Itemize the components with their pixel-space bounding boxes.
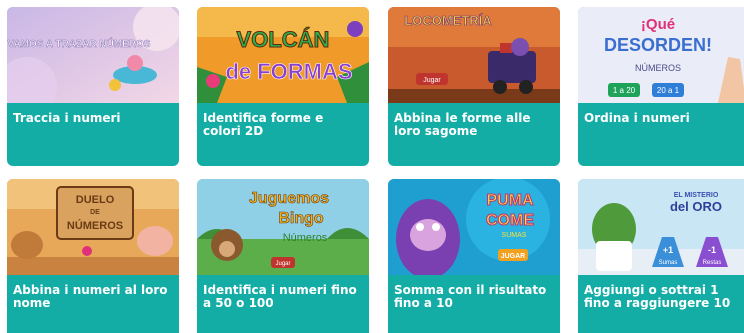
thumbnail-gold-mystery: EL MISTERIO del ORO +1 Sumas -1 Restas bbox=[578, 179, 744, 275]
art-title-line3: Números bbox=[283, 232, 328, 244]
art-title-line3: SUMAS bbox=[502, 232, 527, 239]
art-flask-2-sign: -1 bbox=[708, 245, 716, 255]
art-option-2: 20 a 1 bbox=[657, 86, 680, 95]
art-flask-1-sign: +1 bbox=[663, 245, 673, 255]
activity-card-bingo[interactable]: Juguemos Bingo Números Jugar Identifica … bbox=[197, 179, 369, 333]
card-title: Traccia i numeri bbox=[13, 111, 121, 125]
thumbnail-shape-volcano: VOLCÁN de FORMAS bbox=[197, 7, 369, 103]
thumbnail-puma-sums: PUMA COME SUMAS JUGAR bbox=[388, 179, 560, 275]
activity-card-number-duel[interactable]: DUELO DE NÚMEROS Abbina i numeri al loro… bbox=[7, 179, 179, 333]
activity-card-puma-sums[interactable]: PUMA COME SUMAS JUGAR Somma con il risul… bbox=[388, 179, 560, 333]
art-title-line2: COME bbox=[486, 212, 534, 229]
art-title-line1: EL MISTERIO bbox=[674, 192, 719, 199]
art-title-line1: VOLCÁN bbox=[237, 27, 330, 52]
activity-card-shape-volcano[interactable]: VOLCÁN de FORMAS Identifica forme e colo… bbox=[197, 7, 369, 166]
art-title-line1: Juguemos bbox=[249, 190, 329, 207]
art-flask-1-label: Sumas bbox=[659, 260, 678, 266]
card-title: Identifica forme e colori 2D bbox=[203, 111, 324, 138]
art-play-button: JUGAR bbox=[501, 253, 526, 260]
art-title-line1: DUELO bbox=[76, 194, 115, 206]
card-title: Somma con il risultato fino a 10 bbox=[394, 283, 547, 310]
art-title: VAMOS A TRAZAR NÚMEROS bbox=[8, 37, 151, 50]
card-title: Abbina le forme alle loro sagome bbox=[394, 111, 531, 138]
art-title-line2: Bingo bbox=[278, 210, 324, 227]
thumbnail-number-duel: DUELO DE NÚMEROS bbox=[7, 179, 179, 275]
art-title-line3: NÚMEROS bbox=[635, 63, 681, 73]
card-title: Abbina i numeri al loro nome bbox=[13, 283, 168, 310]
art-option-1: 1 a 20 bbox=[613, 86, 636, 95]
thumbnail-bingo: Juguemos Bingo Números Jugar bbox=[197, 179, 369, 275]
art-play-button: Jugar bbox=[275, 261, 290, 267]
art-title-line1: PUMA bbox=[486, 192, 534, 209]
thumbnail-locometria: LOCOMETRÍA Jugar bbox=[388, 7, 560, 103]
art-title-line2: del ORO bbox=[670, 199, 722, 214]
activity-card-trace-numbers[interactable]: VAMOS A TRAZAR NÚMEROS Traccia i numeri bbox=[7, 7, 179, 166]
art-title-line2: DE bbox=[90, 209, 100, 216]
activity-card-gold-mystery[interactable]: EL MISTERIO del ORO +1 Sumas -1 Restas A… bbox=[578, 179, 744, 333]
card-title: Ordina i numeri bbox=[584, 111, 690, 125]
art-title-line2: DESORDEN! bbox=[604, 35, 712, 55]
thumbnail-trace-numbers: VAMOS A TRAZAR NÚMEROS bbox=[7, 7, 179, 103]
art-title-line1: ¡Qué bbox=[641, 16, 675, 33]
art-title-line2: de FORMAS bbox=[225, 59, 352, 84]
art-title-line3: NÚMEROS bbox=[67, 219, 123, 232]
card-title: Aggiungi o sottrai 1 fino a raggiungere … bbox=[584, 283, 731, 310]
art-title: LOCOMETRÍA bbox=[404, 13, 492, 28]
activity-card-order-numbers[interactable]: ¡Qué DESORDEN! NÚMEROS 1 a 20 20 a 1 Ord… bbox=[578, 7, 744, 166]
art-flask-2-label: Restas bbox=[703, 260, 722, 266]
card-title: Identifica i numeri fino a 50 o 100 bbox=[203, 283, 357, 310]
art-play-button: Jugar bbox=[423, 77, 441, 84]
activity-card-locometria[interactable]: LOCOMETRÍA Jugar Abbina le forme alle lo… bbox=[388, 7, 560, 166]
thumbnail-order-numbers: ¡Qué DESORDEN! NÚMEROS 1 a 20 20 a 1 bbox=[578, 7, 744, 103]
